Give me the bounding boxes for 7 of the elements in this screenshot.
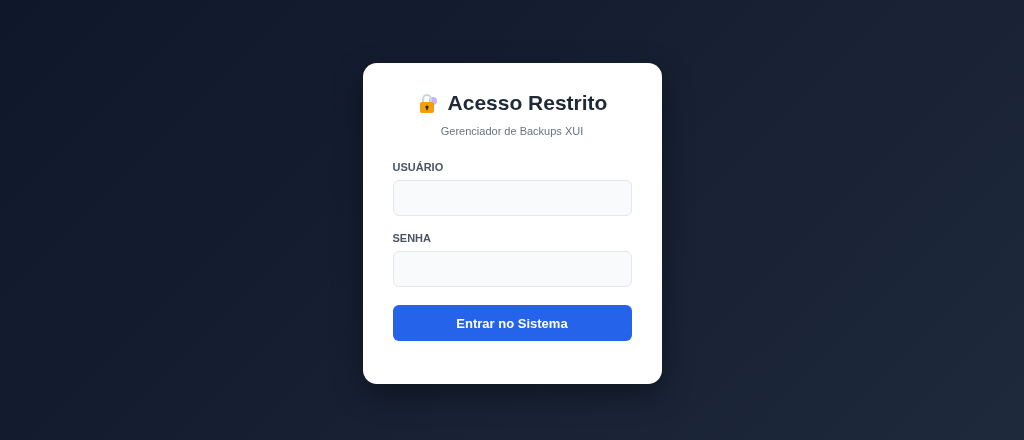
card-title: Acesso Restrito xyxy=(447,91,608,115)
login-button[interactable]: Entrar no Sistema xyxy=(392,305,632,341)
input-field[interactable] xyxy=(392,180,632,216)
card-subtitle: Gerenciador de Backups XUI xyxy=(439,125,585,137)
field-label: SENHA xyxy=(392,232,432,244)
field-label: USUÁRIO xyxy=(392,161,445,173)
input-field[interactable] xyxy=(392,251,632,287)
